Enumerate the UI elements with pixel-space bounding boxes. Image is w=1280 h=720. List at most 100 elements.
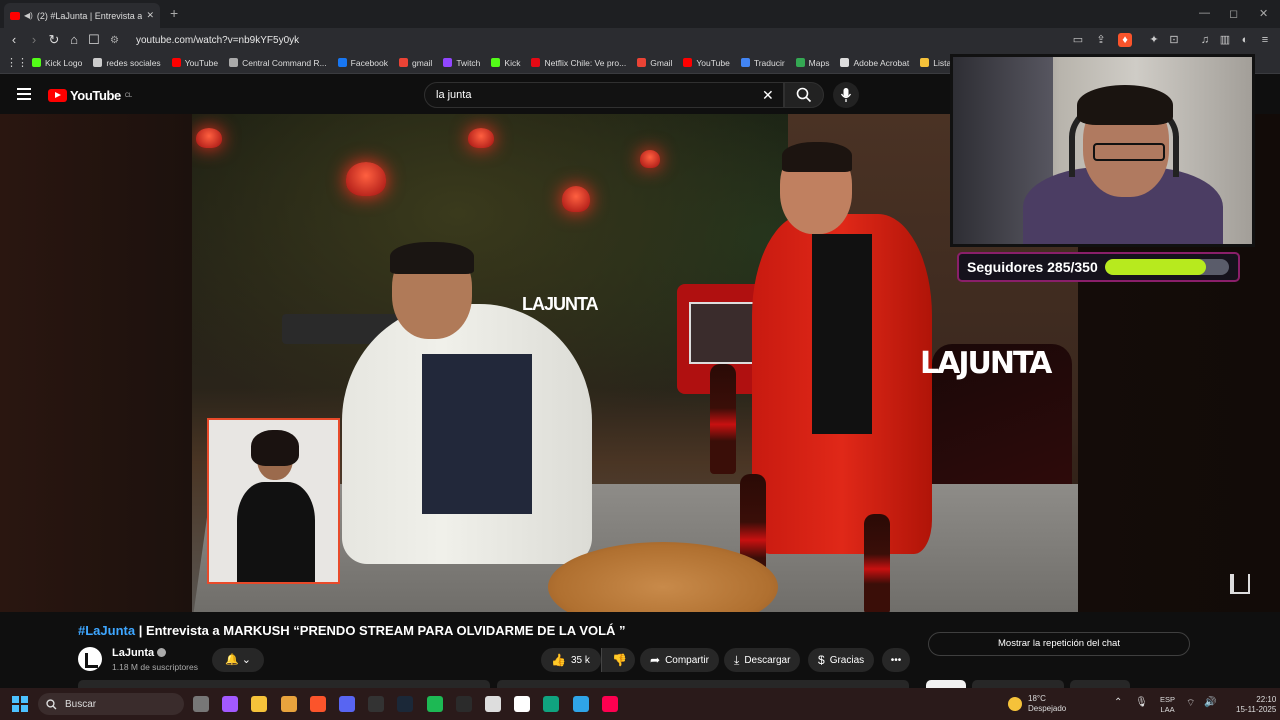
taskbar-app-icon[interactable] xyxy=(251,696,268,712)
region-code: CL xyxy=(124,92,132,99)
system-tray[interactable]: ⌃ 🎙 xyxy=(1114,697,1148,708)
bookmark-label: Central Command R... xyxy=(242,57,327,68)
clear-search-icon[interactable]: ✕ xyxy=(762,86,774,104)
channel-avatar[interactable] xyxy=(78,647,102,671)
taskbar-app-icon[interactable] xyxy=(339,696,355,712)
taskbar-app-icon[interactable] xyxy=(368,696,385,712)
title-hashtag[interactable]: #LaJunta xyxy=(78,623,135,638)
taskbar-app-icon[interactable] xyxy=(309,696,326,712)
dislike-button[interactable]: 👎 xyxy=(601,648,635,672)
bookmark-favicon-icon xyxy=(399,58,408,67)
youtube-logo[interactable]: YouTube CL xyxy=(48,88,132,103)
bookmark-item[interactable]: Kick Logo xyxy=(32,58,82,68)
bookmark-item[interactable]: Netflix Chile: Ve pro... xyxy=(531,58,626,68)
youtube-favicon-icon xyxy=(10,11,20,20)
windows-start-icon[interactable] xyxy=(12,696,28,712)
show-chat-replay-button[interactable]: Mostrar la repetición del chat xyxy=(928,632,1190,656)
address-bar[interactable]: ⚙ youtube.com/watch?v=nb9kYF5y0yk xyxy=(110,30,1060,50)
bookmark-item[interactable]: Adobe Acrobat xyxy=(840,58,909,68)
home-icon[interactable]: ⌂ xyxy=(66,32,82,48)
taskbar-app-icon[interactable] xyxy=(514,696,531,712)
brave-shield-icon[interactable]: ♦ xyxy=(1118,33,1132,47)
thanks-dollar-icon: $ xyxy=(818,653,825,667)
close-window-button[interactable]: ✕ xyxy=(1259,7,1268,20)
title-text: | Entrevista a MARKUSH “PRENDO STREAM PA… xyxy=(135,623,626,638)
bookmark-item[interactable]: Facebook xyxy=(337,58,388,68)
weather-temp: 18°C xyxy=(1028,694,1046,703)
taskbar-app-icon[interactable] xyxy=(543,696,560,712)
minimize-button[interactable]: — xyxy=(1199,7,1210,19)
browser-tab-bar: ◀) (2) #LaJunta | Entrevista a MA ✕ + — … xyxy=(0,0,1280,28)
bookmark-item[interactable]: redes sociales xyxy=(93,57,161,68)
taskbar-app-icon[interactable] xyxy=(572,696,589,712)
site-info-icon[interactable]: ⚙ xyxy=(110,35,124,46)
extensions-icon[interactable]: ✦ xyxy=(1147,33,1161,47)
bookmark-item[interactable]: gmail xyxy=(399,58,432,68)
thumbs-down-icon: 👎 xyxy=(612,653,627,667)
bookmark-label: redes sociales xyxy=(106,57,161,68)
channel-name[interactable]: LaJunta xyxy=(112,647,167,659)
wallet-icon[interactable]: ◐ xyxy=(1238,33,1252,47)
taskbar-search-box[interactable]: Buscar xyxy=(38,693,184,715)
bookmark-icon[interactable]: ☐ xyxy=(86,32,102,48)
taskbar-app-icon[interactable] xyxy=(485,696,501,712)
browser-tab[interactable]: ◀) (2) #LaJunta | Entrevista a MA ✕ xyxy=(4,3,160,28)
taskbar-app-icon[interactable] xyxy=(426,696,443,712)
search-button[interactable] xyxy=(784,82,824,108)
browser-nav-bar: ‹ › ↻ ⌂ ☐ ⚙ youtube.com/watch?v=nb9kYF5y… xyxy=(0,28,1280,52)
bookmark-item[interactable]: Gmail xyxy=(637,58,672,68)
hamburger-menu-icon[interactable] xyxy=(17,88,31,100)
volume-icon[interactable]: 🔊 xyxy=(1204,697,1216,708)
reload-icon[interactable]: ↻ xyxy=(46,32,62,48)
bookmark-item[interactable]: Traducir xyxy=(740,58,785,68)
apps-grid-icon[interactable]: ⋮⋮ xyxy=(6,56,28,69)
maximize-button[interactable]: ◻ xyxy=(1229,7,1238,20)
download-button[interactable]: ⤓ Descargar xyxy=(724,648,801,672)
tab-close-icon[interactable]: ✕ xyxy=(146,10,154,21)
bookmark-item[interactable]: Twitch xyxy=(443,58,480,68)
bookmark-item[interactable]: YouTube xyxy=(171,58,218,68)
media-icon[interactable]: ♫ xyxy=(1198,33,1212,47)
language-indicator[interactable]: ESP LAA xyxy=(1160,695,1175,715)
share-icon[interactable]: ⇪ xyxy=(1094,33,1108,47)
speaker-icon[interactable]: ◀) xyxy=(24,11,33,20)
search-icon xyxy=(46,698,57,709)
bookmark-item[interactable]: Central Command R... xyxy=(229,58,327,68)
back-arrow-icon[interactable]: ‹ xyxy=(6,32,22,48)
bookmark-item[interactable]: Maps xyxy=(795,58,829,68)
taskbar-search-label: Buscar xyxy=(65,698,97,710)
forward-arrow-icon[interactable]: › xyxy=(26,32,42,48)
sidebar-icon[interactable]: ▥ xyxy=(1218,33,1232,47)
more-actions-button[interactable]: ••• xyxy=(882,648,910,672)
menu-icon[interactable]: ≡ xyxy=(1258,33,1272,47)
like-button[interactable]: 👍 35 k xyxy=(541,648,601,672)
taskbar-app-icon[interactable] xyxy=(601,696,618,712)
cast-icon[interactable]: ▭ xyxy=(1071,33,1085,47)
system-clock[interactable]: 22:10 15-11-2025 xyxy=(1236,695,1276,715)
bookmark-item[interactable]: YouTube xyxy=(683,58,730,68)
share-button[interactable]: ➦ Compartir xyxy=(640,648,719,672)
weather-widget[interactable]: 18°C Despejado xyxy=(1008,694,1066,714)
bookmark-item[interactable]: Kick xyxy=(491,58,520,68)
chevron-up-icon[interactable]: ⌃ xyxy=(1114,697,1122,708)
new-tab-button[interactable]: + xyxy=(170,5,178,21)
channel-watermark-icon[interactable] xyxy=(1230,574,1250,594)
taskbar-app-icon[interactable] xyxy=(397,696,414,712)
notification-bell-button[interactable]: 🔔 ⌄ xyxy=(212,648,264,672)
taskbar-app-icon[interactable] xyxy=(193,696,209,712)
bookmark-favicon-icon xyxy=(229,58,239,67)
video-details: #LaJunta | Entrevista a MARKUSH “PRENDO … xyxy=(0,612,1280,690)
microphone-tray-icon[interactable]: 🎙 xyxy=(1135,697,1148,708)
bookmark-label: Kick Logo xyxy=(45,57,83,68)
screenshot-icon[interactable]: ⊡ xyxy=(1167,33,1181,47)
streamer-webcam xyxy=(950,54,1255,247)
taskbar-app-icon[interactable] xyxy=(455,696,472,712)
like-count: 35 k xyxy=(570,654,590,666)
thanks-button[interactable]: $ Gracias xyxy=(808,648,875,672)
taskbar-app-icon[interactable] xyxy=(222,696,239,712)
voice-search-button[interactable] xyxy=(833,82,859,108)
sign-language-interpreter-inset xyxy=(207,418,340,584)
search-input[interactable]: la junta xyxy=(424,82,784,108)
taskbar-app-icon[interactable] xyxy=(280,696,297,712)
network-wifi-icon[interactable]: ⌔ xyxy=(1186,697,1195,710)
